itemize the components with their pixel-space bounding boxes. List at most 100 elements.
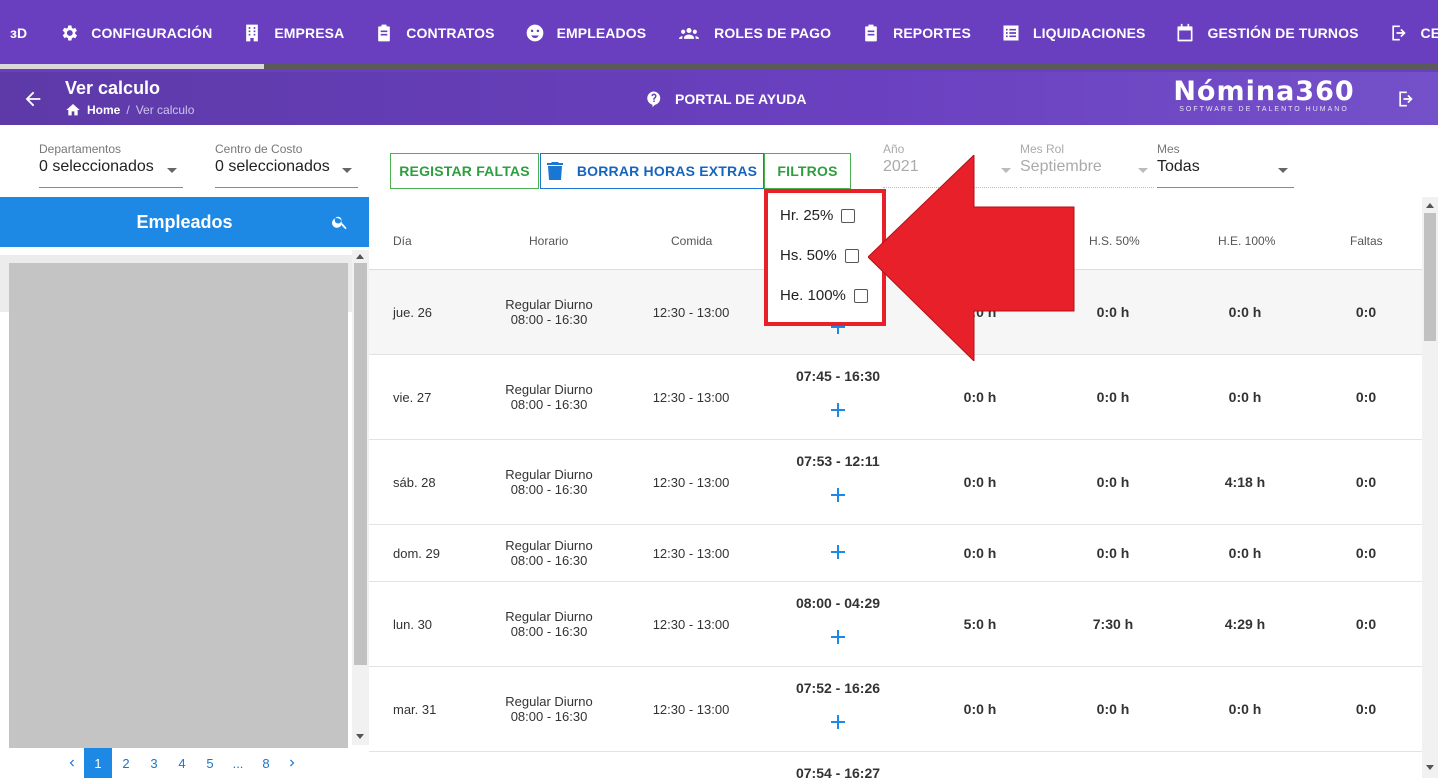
- scrollbar-thumb[interactable]: [1424, 213, 1436, 341]
- nav-item-empleados[interactable]: EMPLEADOS: [525, 23, 647, 43]
- page-button[interactable]: 2: [112, 748, 140, 778]
- checkbox[interactable]: [844, 248, 859, 263]
- cell-comida: 12:30 - 13:00: [652, 617, 730, 632]
- select-value: 0 seleccionados: [215, 158, 330, 175]
- cell-horario: Regular Diurno 08:00 - 16:30: [489, 609, 609, 639]
- departamentos-select[interactable]: Departamentos 0 seleccionados: [39, 142, 183, 188]
- checkbox[interactable]: [853, 288, 868, 303]
- select-label: Centro de Costo: [215, 142, 303, 156]
- scroll-down-icon[interactable]: [356, 734, 364, 739]
- table-row[interactable]: lun. 30 Regular Diurno 08:00 - 16:30 12:…: [369, 582, 1422, 667]
- pagination: 1 2 3 4 5 ... 8: [60, 748, 304, 778]
- prev-page-button[interactable]: [60, 748, 84, 778]
- cell-marcacion: 08:00 - 04:29: [795, 595, 881, 611]
- horario-range: 08:00 - 16:30: [510, 709, 588, 724]
- horario-range: 08:00 - 16:30: [510, 553, 588, 568]
- cell-faltas: 0:0: [1355, 304, 1377, 320]
- button-label: BORRAR HORAS EXTRAS: [576, 163, 758, 179]
- scroll-down-icon[interactable]: [1426, 765, 1434, 770]
- employees-panel-header: Empleados: [0, 197, 369, 247]
- add-marcacion-icon[interactable]: [831, 545, 845, 559]
- page-ellipsis: ...: [232, 755, 244, 771]
- nav-item-cerrar-sesion[interactable]: CERRAR SESIÓN: [1389, 23, 1438, 43]
- cell-h50: 0:0 h: [1096, 389, 1130, 405]
- nav-item-gestion-de-turnos[interactable]: GESTIÓN DE TURNOS: [1175, 23, 1358, 43]
- help-portal-link[interactable]: PORTAL DE AYUDA: [645, 90, 806, 108]
- report-icon: [865, 24, 877, 42]
- chevron-right-icon: [290, 759, 295, 767]
- registrar-faltas-button[interactable]: REGISTAR FALTAS: [390, 153, 539, 189]
- nomina360-logo: Nómina360 SOFTWARE DE TALENTO HUMANO: [1172, 76, 1356, 113]
- cell-comida: 12:30 - 13:00: [652, 475, 730, 490]
- cell-h100: 0:0 h: [1228, 545, 1262, 561]
- search-button[interactable]: [331, 213, 349, 231]
- table-row[interactable]: sáb. 28 Regular Diurno 08:00 - 16:30 12:…: [369, 440, 1422, 525]
- cell-h25: 0:0 h: [963, 474, 997, 490]
- nav-label: ROLES DE PAGO: [714, 25, 832, 41]
- option-label: He. 100%: [780, 287, 846, 304]
- filter-option-he100[interactable]: He. 100%: [780, 287, 868, 304]
- cell-marcacion: 07:54 - 16:27: [795, 765, 881, 778]
- building-icon: [246, 24, 259, 42]
- cell-comida: 12:30 - 13:00: [652, 390, 730, 405]
- chevron-down-icon: [1138, 168, 1148, 173]
- cell-comida: 12:30 - 13:00: [652, 702, 730, 717]
- next-page-button[interactable]: [280, 748, 304, 778]
- nav-item-roles-de-pago[interactable]: ROLES DE PAGO: [676, 23, 831, 43]
- nav-item-configuracion[interactable]: CONFIGURACIÓN: [59, 23, 212, 43]
- nav-item-dashboard[interactable]: ɜD: [10, 25, 27, 41]
- nav-scrollbar-thumb[interactable]: [0, 64, 264, 69]
- column-header-faltas: Faltas: [1350, 234, 1383, 248]
- cell-faltas: 0:0: [1355, 389, 1377, 405]
- option-label: Hs. 50%: [780, 247, 837, 264]
- breadcrumb-current: Ver calculo: [135, 103, 195, 117]
- checkbox[interactable]: [841, 208, 856, 223]
- nav-item-reportes[interactable]: REPORTES: [861, 23, 971, 43]
- scroll-up-icon[interactable]: [1426, 203, 1434, 208]
- cell-dia: vie. 27: [393, 390, 432, 405]
- logout-button[interactable]: [1396, 89, 1416, 109]
- table-row[interactable]: dom. 29 Regular Diurno 08:00 - 16:30 12:…: [369, 525, 1422, 582]
- horario-name: Regular Diurno: [505, 467, 593, 482]
- chevron-down-icon: [1278, 168, 1288, 173]
- mes-select[interactable]: Mes Todas: [1157, 142, 1294, 188]
- breadcrumb-home[interactable]: Home: [87, 103, 120, 117]
- trash-icon: [546, 162, 563, 180]
- cell-h50: 0:0 h: [1096, 545, 1130, 561]
- cell-h25: 0:0 h: [963, 389, 997, 405]
- add-marcacion-icon[interactable]: [831, 403, 845, 417]
- page-button[interactable]: 4: [168, 748, 196, 778]
- table-row[interactable]: 07:54 - 16:27: [369, 752, 1422, 778]
- table-row[interactable]: mar. 31 Regular Diurno 08:00 - 16:30 12:…: [369, 667, 1422, 752]
- back-button[interactable]: [22, 88, 44, 110]
- page-button[interactable]: 1: [84, 748, 112, 778]
- column-header-comida: Comida: [671, 234, 713, 248]
- employee-list-scrollbar[interactable]: [352, 250, 369, 745]
- page-button[interactable]: 8: [252, 748, 280, 778]
- scrollbar-thumb[interactable]: [354, 263, 367, 665]
- cell-dia: sáb. 28: [393, 475, 436, 490]
- nav-item-liquidaciones[interactable]: LIQUIDACIONES: [1001, 23, 1146, 43]
- add-marcacion-icon[interactable]: [831, 630, 845, 644]
- scroll-up-icon[interactable]: [356, 254, 364, 259]
- select-label: Mes Rol: [1020, 142, 1065, 156]
- horario-name: Regular Diurno: [505, 297, 593, 312]
- filter-option-hr25[interactable]: Hr. 25%: [780, 207, 856, 224]
- nav-scrollbar[interactable]: [0, 64, 1438, 69]
- table-scrollbar[interactable]: [1422, 197, 1438, 778]
- filtros-button[interactable]: FILTROS: [764, 153, 851, 189]
- table-row[interactable]: vie. 27 Regular Diurno 08:00 - 16:30 12:…: [369, 355, 1422, 440]
- page-button[interactable]: 3: [140, 748, 168, 778]
- cell-marcacion: 07:45 - 16:30: [795, 368, 881, 384]
- nav-label: CONTRATOS: [406, 25, 495, 41]
- filter-option-hs50[interactable]: Hs. 50%: [780, 247, 859, 264]
- centro-costo-select[interactable]: Centro de Costo 0 seleccionados: [215, 142, 358, 188]
- page-button[interactable]: 5: [196, 748, 224, 778]
- nav-item-contratos[interactable]: CONTRATOS: [374, 23, 494, 43]
- add-marcacion-icon[interactable]: [831, 488, 845, 502]
- column-header-horario: Horario: [529, 234, 569, 248]
- select-value: Todas: [1157, 158, 1200, 175]
- borrar-horas-extras-button[interactable]: BORRAR HORAS EXTRAS: [540, 153, 764, 189]
- nav-item-empresa[interactable]: EMPRESA: [242, 23, 344, 43]
- add-marcacion-icon[interactable]: [831, 715, 845, 729]
